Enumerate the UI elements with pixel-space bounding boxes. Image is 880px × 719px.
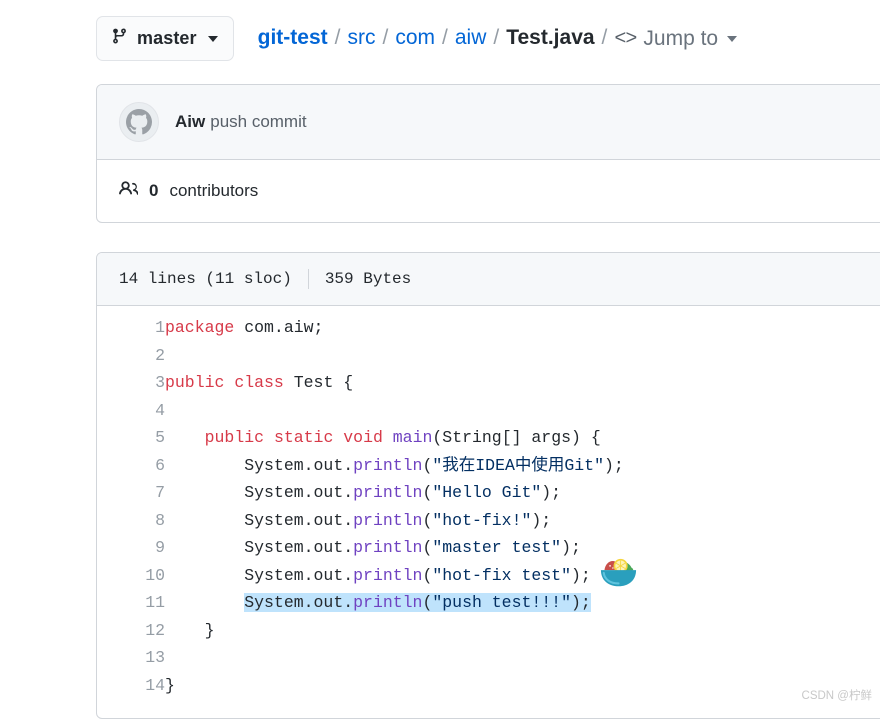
line-content[interactable]: System.out.println("Hello Git"); — [165, 479, 880, 507]
line-number: 11 — [145, 593, 165, 612]
file-meta-bar: 14 lines (11 sloc) 359 Bytes — [97, 253, 880, 306]
line-number: 2 — [155, 345, 165, 365]
chevron-down-icon — [207, 35, 218, 42]
branch-selector-button[interactable]: master — [96, 16, 234, 61]
line-number: 1 — [155, 318, 165, 337]
code-viewer: 1 package com.aiw; 2 3 public class Test {4… — [97, 306, 880, 699]
line-content[interactable]: System.out.println("master test"); — [165, 534, 880, 562]
breadcrumb-dir-aiw[interactable]: aiw — [455, 26, 487, 50]
commit-summary: Aiw push commit — [175, 112, 307, 132]
line-number: 8 — [155, 510, 165, 530]
breadcrumb-separator: / — [493, 25, 500, 49]
file-size: 359 Bytes — [324, 270, 412, 288]
line-content[interactable]: public static void main(String[] args) { — [165, 424, 880, 452]
latest-commit-card: Aiw push commit 0 contributors — [96, 84, 880, 223]
line-content[interactable]: } — [165, 617, 880, 645]
breadcrumb-separator: / — [382, 25, 389, 49]
contributors-count: 0 — [149, 181, 159, 200]
meta-divider — [307, 269, 309, 289]
code-line: 2 — [97, 342, 880, 370]
breadcrumb: git-test / src / com / aiw / Test.java /… — [258, 25, 738, 52]
code-line: 4 — [97, 397, 880, 425]
line-number: 4 — [155, 400, 165, 420]
chevron-down-icon — [727, 36, 738, 43]
file-line-count: 14 lines (11 sloc) — [119, 270, 292, 288]
branch-name-label: master — [137, 28, 197, 48]
breadcrumb-file-name: Test.java — [506, 25, 595, 49]
line-content[interactable]: } — [165, 672, 880, 700]
line-content[interactable]: System.out.println("hot-fix test"); — [165, 562, 880, 590]
line-number: 12 — [145, 620, 165, 640]
file-content-card: 14 lines (11 sloc) 359 Bytes 1 package co… — [96, 252, 880, 719]
github-octocat-avatar[interactable] — [119, 102, 159, 142]
code-line: 12 } — [97, 617, 880, 645]
code-line: 7 System.out.println("Hello Git"); — [97, 479, 880, 507]
line-content[interactable] — [165, 644, 880, 672]
code-line: 3 public class Test { — [97, 369, 880, 397]
line-content[interactable]: package com.aiw; — [165, 314, 880, 342]
people-icon — [119, 179, 139, 203]
line-content[interactable]: System.out.println("push test!!!"); — [165, 589, 880, 617]
code-line: 13 — [97, 644, 880, 672]
code-line: 1 package com.aiw; — [97, 314, 880, 342]
file-navigation-bar: master git-test / src / com / aiw / Test… — [96, 16, 738, 61]
line-content[interactable]: public class Test { — [165, 369, 880, 397]
line-number: 10 — [145, 565, 165, 585]
line-number: 14 — [145, 675, 165, 695]
code-line: 11 System.out.println("push test!!!"); — [97, 589, 880, 617]
code-line: 8 System.out.println("hot-fix!"); — [97, 507, 880, 535]
commit-author-name[interactable]: Aiw — [175, 112, 205, 131]
line-number: 3 — [155, 373, 165, 392]
line-number: 6 — [155, 455, 165, 475]
line-content[interactable]: System.out.println("hot-fix!"); — [165, 507, 880, 535]
code-line: 6 System.out.println("我在IDEA中使用Git"); — [97, 452, 880, 480]
contributors-label: contributors — [169, 181, 259, 200]
commit-message[interactable]: push commit — [210, 112, 306, 131]
code-line: 9 System.out.println("master test"); — [97, 534, 880, 562]
code-brackets-icon: <> — [614, 27, 637, 51]
breadcrumb-separator: / — [442, 25, 448, 49]
jump-to-button[interactable]: <> Jump to — [614, 27, 738, 51]
breadcrumb-repo-link[interactable]: git-test — [258, 26, 328, 50]
csdn-watermark: CSDN @柠鲜 — [801, 690, 872, 702]
breadcrumb-separator: / — [601, 25, 608, 49]
line-number: 13 — [145, 648, 165, 667]
git-branch-icon — [111, 27, 128, 50]
line-number: 7 — [155, 483, 165, 502]
line-content[interactable]: System.out.println("我在IDEA中使用Git"); — [165, 452, 880, 480]
line-number: 5 — [155, 428, 165, 447]
code-table: 1 package com.aiw; 2 3 public class Test {4… — [97, 314, 880, 699]
code-line: 5 public static void main(String[] args)… — [97, 424, 880, 452]
breadcrumb-separator: / — [334, 25, 341, 49]
line-content[interactable] — [165, 397, 880, 425]
line-content[interactable] — [165, 342, 880, 370]
green-salad-bowl-emoji — [596, 549, 641, 594]
breadcrumb-dir-com[interactable]: com — [395, 26, 435, 50]
jump-to-label: Jump to — [643, 27, 719, 51]
line-number: 9 — [155, 538, 165, 557]
contributors-row[interactable]: 0 contributors — [97, 160, 880, 222]
code-line: 10 System.out.println("hot-fix test"); — [97, 562, 880, 590]
breadcrumb-dir-src[interactable]: src — [347, 26, 375, 50]
latest-commit-row: Aiw push commit — [97, 85, 880, 160]
code-line: 14} — [97, 672, 880, 700]
